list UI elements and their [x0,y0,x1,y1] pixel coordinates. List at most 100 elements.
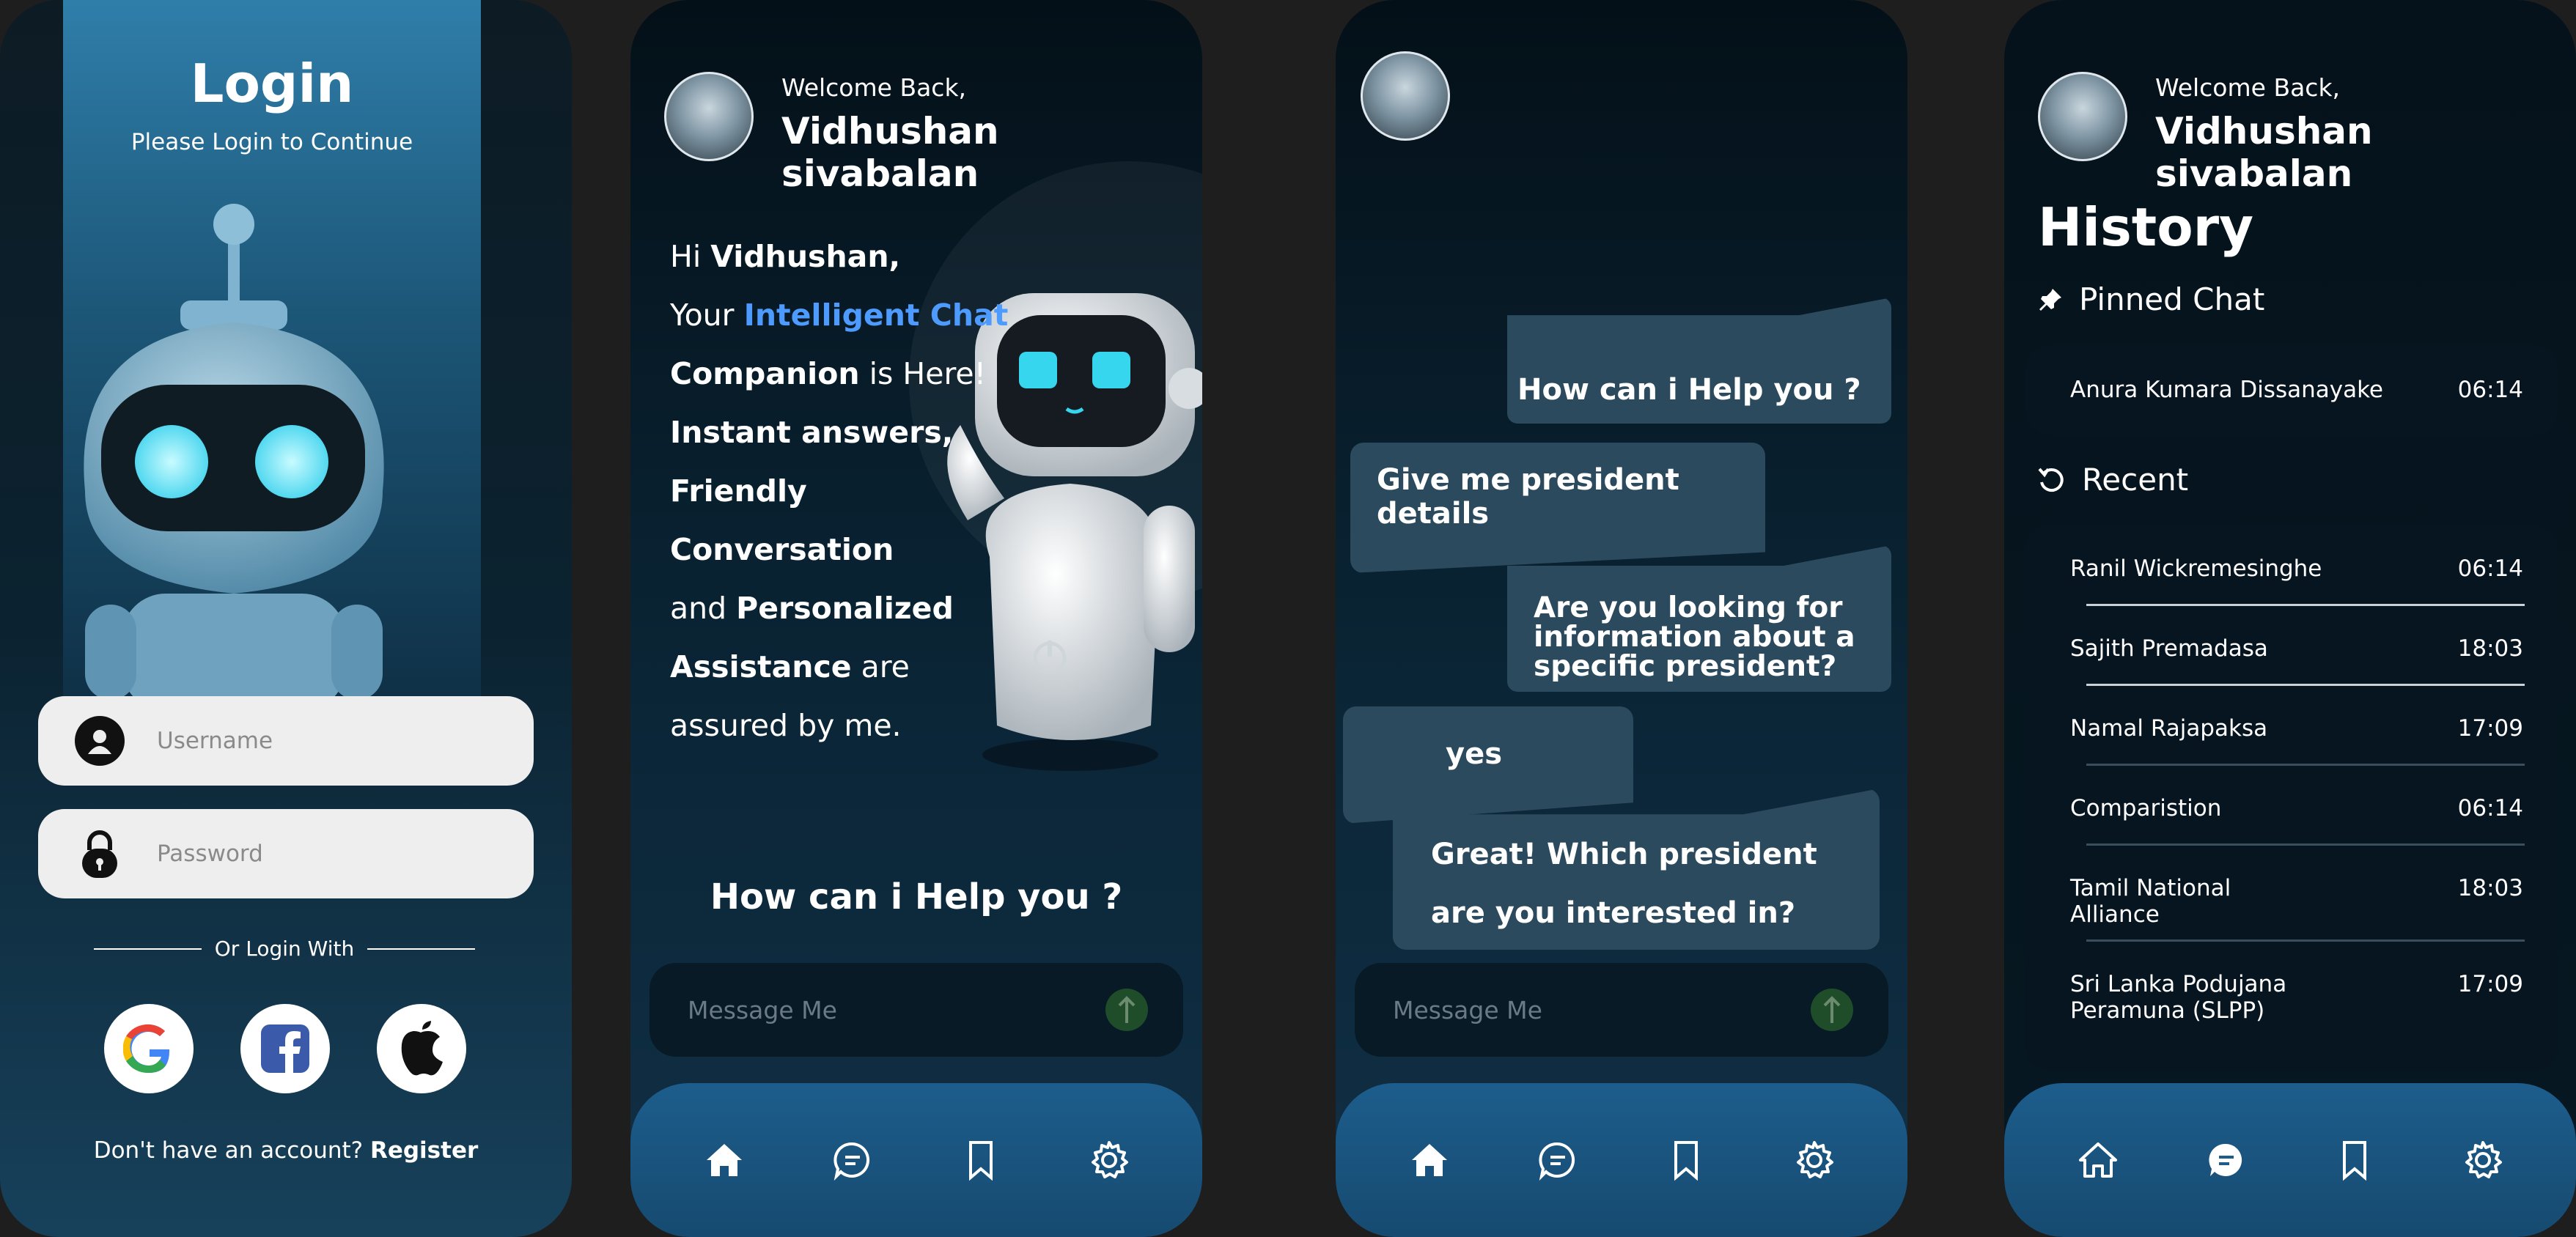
tab-chat[interactable] [2197,1131,2256,1189]
tab-saved[interactable] [2325,1131,2384,1189]
message-placeholder: Message Me [1393,995,1542,1024]
chat-time: 17:09 [2457,971,2523,997]
hero-line8-rest: are [851,649,910,684]
google-icon [123,1024,170,1074]
register-link[interactable]: Register [370,1137,478,1164]
chat-time: 18:03 [2457,635,2523,662]
tab-home[interactable] [2069,1131,2127,1189]
username-field[interactable]: Username [38,696,534,786]
tab-settings[interactable] [1080,1131,1138,1189]
send-button[interactable] [1105,989,1148,1031]
row-divider [2086,604,2525,606]
row-divider [2086,684,2525,686]
tab-chat[interactable] [1528,1131,1587,1189]
pinned-label: Pinned Chat [2079,281,2265,317]
send-button[interactable] [1811,989,1853,1031]
or-login-label: Or Login With [214,937,355,961]
hero-line4: Instant answers, [670,415,954,450]
chat-title: Ranil Wickremesinghe [2070,555,2322,582]
tab-home[interactable] [695,1131,754,1189]
message-bubble-bot: Are you looking for information about a … [1507,545,1891,692]
pin-icon [2039,288,2061,311]
google-login-button[interactable] [104,1004,194,1093]
hero-line7-prefix: and [670,591,737,626]
message-bubble-user: Give me president details [1350,443,1765,573]
chat-title: Comparistion [2070,795,2222,821]
message-input[interactable]: Message Me [1355,963,1888,1057]
login-screen: Login Please Login to Continue Username … [0,0,572,1237]
username-placeholder: Username [157,728,273,754]
chat-title: Sri Lanka Podujana Peramuna (SLPP) [2070,971,2287,1024]
chat-icon [1538,1142,1575,1181]
lock-icon [75,829,125,879]
settings-icon [1091,1141,1128,1178]
hero-accent: Intelligent Chat [743,298,1009,333]
pinned-card: Anura Kumara Dissanayake 06:14 [2025,344,2558,435]
avatar[interactable] [2038,72,2127,161]
hero-text: Hi Vidhushan, Your Intelligent Chat Comp… [670,227,1008,755]
recent-chat-item[interactable]: Sri Lanka Podujana Peramuna (SLPP) 17:09 [2025,971,2558,1033]
robot-illustration [84,204,384,696]
login-subtitle: Please Login to Continue [130,129,413,155]
hero-line9: assured by me. [670,708,902,743]
chat-title: Sajith Premadasa [2070,635,2268,662]
home-icon [706,1144,742,1176]
hero-line3-rest: is Here! [859,356,987,391]
apple-icon [401,1021,443,1076]
login-title: Login [190,53,354,114]
recent-section-label: Recent [2038,462,2188,498]
history-screen: Welcome Back, Vidhushan sivabalan Histor… [2004,0,2576,1237]
bookmark-icon [1674,1141,1698,1181]
home-icon [1411,1144,1447,1176]
avatar[interactable] [664,72,754,161]
chat-title: Anura Kumara Dissanayake [2070,377,2384,403]
bookmark-icon [2342,1141,2366,1181]
greeting-name: Vidhushan, [710,239,901,274]
settings-icon [2465,1141,2502,1178]
chat-time: 18:03 [2457,875,2523,901]
chat-time: 06:14 [2457,795,2523,821]
hero-line2-prefix: Your [670,298,744,333]
recent-chat-item[interactable]: Namal Rajapaksa 17:09 [2025,715,2558,749]
pinned-chat-item[interactable]: Anura Kumara Dissanayake 06:14 [2025,377,2558,403]
history-title: History [2038,196,2254,258]
tab-home[interactable] [1400,1131,1459,1189]
recent-chat-item[interactable]: Tamil National Alliance 18:03 [2025,875,2558,937]
recent-chat-item[interactable]: Ranil Wickremesinghe 06:14 [2025,555,2558,589]
welcome-text: Welcome Back, [2155,73,2341,102]
home-screen: Welcome Back, Vidhushan sivabalan Hi Vid… [630,0,1202,1237]
apple-login-button[interactable] [377,1004,466,1093]
tab-chat[interactable] [823,1131,882,1189]
home-icon [2078,1142,2117,1178]
hero-line6: Conversation [670,532,894,567]
chat-time: 17:09 [2457,715,2523,742]
greeting-prefix: Hi [670,239,711,274]
arrow-up-icon [1118,996,1136,1023]
chat-time: 06:14 [2457,555,2523,582]
message-bubble-bot: How can i Help you ? [1507,298,1891,424]
settings-icon [1796,1141,1833,1178]
row-divider [2086,764,2525,766]
tab-saved[interactable] [1657,1131,1715,1189]
tab-bar [2004,1083,2576,1237]
or-login-divider: Or Login With [94,937,475,961]
tab-saved[interactable] [952,1131,1010,1189]
tab-bar [1336,1083,1907,1237]
chat-title: Namal Rajapaksa [2070,715,2268,742]
password-field[interactable]: Password [38,809,534,898]
register-prompt: Don't have an account? Register [0,1137,572,1164]
tab-settings[interactable] [2454,1131,2512,1189]
recent-label: Recent [2082,462,2189,498]
avatar[interactable] [1361,51,1450,141]
recent-chat-item[interactable]: Comparistion 06:14 [2025,795,2558,829]
chat-title: Tamil National Alliance [2070,875,2231,928]
help-prompt: How can i Help you ? [710,876,1123,917]
message-bubble-user: yes [1343,706,1633,824]
tab-settings[interactable] [1785,1131,1844,1189]
welcome-text: Welcome Back, [781,73,967,102]
recent-chat-item[interactable]: Sajith Premadasa 18:03 [2025,635,2558,669]
message-placeholder: Message Me [688,995,837,1024]
facebook-login-button[interactable] [240,1004,330,1093]
message-input[interactable]: Message Me [649,963,1183,1057]
hero-line5: Friendly [670,473,807,509]
